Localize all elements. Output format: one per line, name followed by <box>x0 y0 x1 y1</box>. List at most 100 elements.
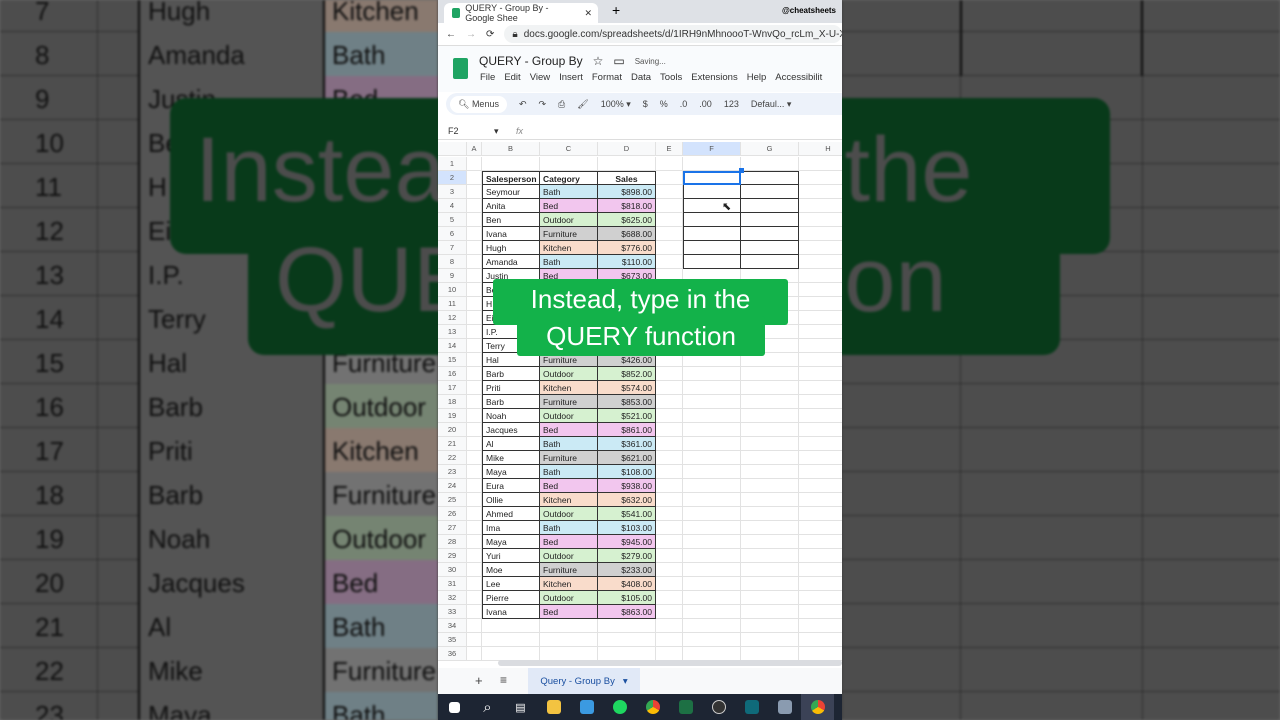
cell-B16[interactable]: Barb <box>482 367 540 381</box>
cell-E16[interactable] <box>656 367 683 381</box>
cell-D31[interactable]: $408.00 <box>598 577 656 591</box>
cell-C35[interactable] <box>540 633 598 647</box>
cell-C8[interactable]: Bath <box>540 255 598 269</box>
paint-format-icon[interactable]: 🖌︎ <box>577 99 588 110</box>
cell-A1[interactable] <box>467 157 482 171</box>
cell-F4[interactable] <box>683 199 741 213</box>
reload-icon[interactable]: ⟳ <box>486 29 494 40</box>
print-icon[interactable]: ⎙ <box>558 99 565 110</box>
row-header[interactable]: 16 <box>438 367 467 381</box>
cell-F6[interactable] <box>683 227 741 241</box>
row-header[interactable]: 32 <box>438 591 467 605</box>
spotify-icon[interactable] <box>603 694 636 720</box>
cell-B30[interactable]: Moe <box>482 563 540 577</box>
cell-H15[interactable] <box>799 353 842 367</box>
cell-F16[interactable] <box>683 367 741 381</box>
cell-C1[interactable] <box>540 157 598 171</box>
menu-extensions[interactable]: Extensions <box>691 72 737 83</box>
cell-A27[interactable] <box>467 521 482 535</box>
cell-C24[interactable]: Bed <box>540 479 598 493</box>
row-header[interactable]: 30 <box>438 563 467 577</box>
cell-D2[interactable]: Sales <box>598 171 656 185</box>
row-header[interactable]: 33 <box>438 605 467 619</box>
cell-E4[interactable] <box>656 199 683 213</box>
cell-G19[interactable] <box>741 409 799 423</box>
font-select[interactable]: Defaul... ▾ <box>751 99 792 110</box>
cell-C7[interactable]: Kitchen <box>540 241 598 255</box>
cell-C26[interactable]: Outdoor <box>540 507 598 521</box>
cell-E27[interactable] <box>656 521 683 535</box>
new-tab-icon[interactable]: + <box>612 2 620 18</box>
menu-help[interactable]: Help <box>747 72 767 83</box>
cell-C31[interactable]: Kitchen <box>540 577 598 591</box>
cell-H6[interactable] <box>799 227 842 241</box>
cell-D26[interactable]: $541.00 <box>598 507 656 521</box>
cell-H33[interactable] <box>799 605 842 619</box>
cell-D30[interactable]: $233.00 <box>598 563 656 577</box>
cell-B36[interactable] <box>482 647 540 661</box>
cell-A30[interactable] <box>467 563 482 577</box>
cell-C6[interactable]: Furniture <box>540 227 598 241</box>
cell-E34[interactable] <box>656 619 683 633</box>
cell-A24[interactable] <box>467 479 482 493</box>
cell-B34[interactable] <box>482 619 540 633</box>
cell-A33[interactable] <box>467 605 482 619</box>
cell-C21[interactable]: Bath <box>540 437 598 451</box>
cell-G6[interactable] <box>741 227 799 241</box>
all-sheets-icon[interactable]: ≡ <box>500 673 507 687</box>
row-header[interactable]: 4 <box>438 199 467 213</box>
cell-F18[interactable] <box>683 395 741 409</box>
cell-A23[interactable] <box>467 465 482 479</box>
cell-H5[interactable] <box>799 213 842 227</box>
column-header-G[interactable]: G <box>741 142 799 156</box>
cell-G26[interactable] <box>741 507 799 521</box>
cell-F30[interactable] <box>683 563 741 577</box>
cell-B3[interactable]: Seymour <box>482 185 540 199</box>
cell-A3[interactable] <box>467 185 482 199</box>
cell-H17[interactable] <box>799 381 842 395</box>
cell-H30[interactable] <box>799 563 842 577</box>
cell-A10[interactable] <box>467 283 482 297</box>
app-icon[interactable] <box>735 694 768 720</box>
cell-H11[interactable] <box>799 297 842 311</box>
cell-G2[interactable] <box>741 171 799 185</box>
chrome-active-icon[interactable] <box>801 694 834 720</box>
cell-D35[interactable] <box>598 633 656 647</box>
cell-F20[interactable] <box>683 423 741 437</box>
cell-D20[interactable]: $861.00 <box>598 423 656 437</box>
cell-H14[interactable] <box>799 339 842 353</box>
menu-accessibilit[interactable]: Accessibilit <box>775 72 822 83</box>
row-header[interactable]: 28 <box>438 535 467 549</box>
cell-H4[interactable] <box>799 199 842 213</box>
cell-A35[interactable] <box>467 633 482 647</box>
cell-D3[interactable]: $898.00 <box>598 185 656 199</box>
row-header[interactable]: 17 <box>438 381 467 395</box>
cell-A13[interactable] <box>467 325 482 339</box>
column-header-B[interactable]: B <box>482 142 540 156</box>
row-header[interactable]: 29 <box>438 549 467 563</box>
sheet-tab-query-group-by[interactable]: Query - Group By ▾ <box>528 668 640 694</box>
start-icon[interactable] <box>438 694 471 720</box>
row-header[interactable]: 23 <box>438 465 467 479</box>
cell-A4[interactable] <box>467 199 482 213</box>
cell-A32[interactable] <box>467 591 482 605</box>
cell-B1[interactable] <box>482 157 540 171</box>
cell-E35[interactable] <box>656 633 683 647</box>
row-header[interactable]: 2 <box>438 171 467 185</box>
cell-D1[interactable] <box>598 157 656 171</box>
cell-G18[interactable] <box>741 395 799 409</box>
cell-E25[interactable] <box>656 493 683 507</box>
cell-B32[interactable]: Pierre <box>482 591 540 605</box>
cell-C20[interactable]: Bed <box>540 423 598 437</box>
cell-F21[interactable] <box>683 437 741 451</box>
cell-D25[interactable]: $632.00 <box>598 493 656 507</box>
cell-A31[interactable] <box>467 577 482 591</box>
cell-B27[interactable]: Ima <box>482 521 540 535</box>
cell-E1[interactable] <box>656 157 683 171</box>
horizontal-scrollbar[interactable] <box>498 660 842 666</box>
row-header[interactable]: 24 <box>438 479 467 493</box>
cell-A18[interactable] <box>467 395 482 409</box>
cell-B6[interactable]: Ivana <box>482 227 540 241</box>
cell-D4[interactable]: $818.00 <box>598 199 656 213</box>
cell-E24[interactable] <box>656 479 683 493</box>
